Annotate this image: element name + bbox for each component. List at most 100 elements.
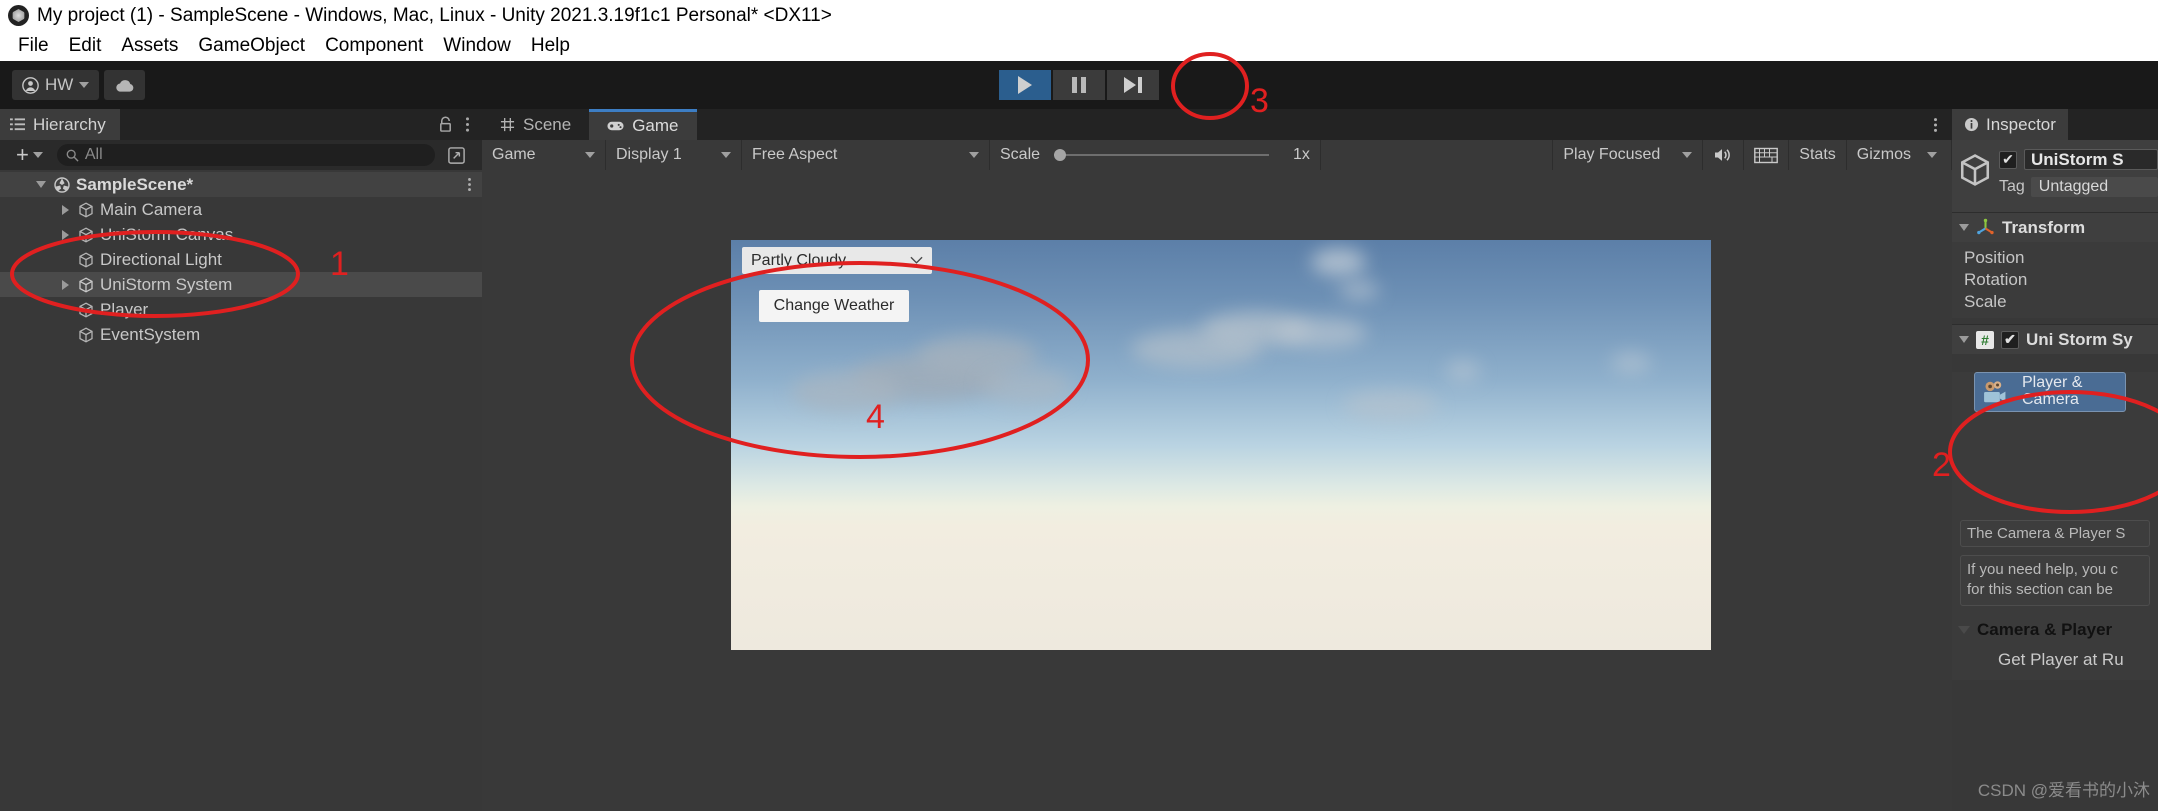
game-panel-menu-button[interactable] [1919, 109, 1952, 140]
hierarchy-search-input[interactable]: All [56, 144, 435, 166]
gameobject-icon [1960, 154, 1990, 186]
menu-component[interactable]: Component [315, 35, 433, 57]
add-gameobject-button[interactable]: + [6, 142, 51, 168]
annotation-number-2: 2 [1932, 446, 1951, 484]
expand-window-button[interactable] [441, 146, 476, 165]
player-camera-line2: Camera [2022, 391, 2079, 408]
object-name-field[interactable]: UniStorm S [2024, 149, 2158, 170]
cloud-shape [981, 368, 1071, 404]
play-button[interactable] [999, 70, 1051, 100]
gamepad-icon [607, 121, 624, 131]
scale-slider-knob[interactable] [1054, 149, 1067, 161]
unity-logo-icon [8, 5, 29, 26]
inspector-panel: Inspector ✔ UniStorm S Tag Untagged Tran… [1952, 109, 2158, 811]
gizmos-button[interactable]: Gizmos [1847, 140, 1952, 170]
component-enabled-checkbox[interactable]: ✔ [2001, 330, 2019, 349]
tag-label: Tag [1999, 178, 2025, 195]
hierarchy-row-eventsystem[interactable]: EventSystem [0, 322, 482, 347]
menu-bar: File Edit Assets GameObject Component Wi… [0, 31, 2158, 61]
twisty-collapsed[interactable] [58, 229, 72, 240]
tab-hierarchy-label: Hierarchy [33, 114, 106, 134]
expand-window-icon [448, 146, 465, 164]
get-player-at-runtime-row[interactable]: Get Player at Ru [1952, 650, 2158, 670]
hierarchy-row-player[interactable]: Player [0, 297, 482, 322]
title-bar: My project (1) - SampleScene - Windows, … [0, 0, 2158, 31]
tab-game[interactable]: Game [589, 109, 697, 140]
cloud-shape [1311, 248, 1366, 276]
lock-icon[interactable] [438, 116, 453, 133]
hierarchy-row-directional-light[interactable]: Directional Light [0, 247, 482, 272]
tab-game-label: Game [632, 116, 679, 135]
menu-window[interactable]: Window [433, 35, 521, 57]
info-icon [1964, 117, 1979, 132]
view-mode-dropdown[interactable]: Game [482, 140, 606, 170]
kebab-menu-icon[interactable] [467, 177, 472, 192]
twisty-expanded[interactable] [34, 181, 48, 188]
twisty-collapsed[interactable] [58, 204, 72, 215]
transform-scale-row[interactable]: Scale [1964, 291, 2158, 313]
help-text-primary: The Camera & Player S [1960, 520, 2150, 547]
game-view-area[interactable]: Partly Cloudy Change Weather [482, 170, 1952, 811]
hierarchy-row-main-camera[interactable]: Main Camera [0, 197, 482, 222]
chevron-down-icon[interactable] [1959, 224, 1969, 231]
tab-hierarchy[interactable]: Hierarchy [0, 109, 120, 140]
twisty-collapsed[interactable] [58, 279, 72, 290]
player-camera-tab-button[interactable]: Player & Camera [1974, 372, 2126, 412]
stats-button[interactable]: Stats [1789, 140, 1847, 170]
hierarchy-row-samplescene[interactable]: SampleScene* [0, 172, 482, 197]
account-button[interactable]: HW [12, 70, 100, 100]
scale-slider-group[interactable]: Scale 1x [990, 140, 1321, 170]
game-tab-row: Scene Game [482, 109, 1952, 140]
unistorm-component-header[interactable]: # ✔ Uni Storm Sy [1952, 324, 2158, 354]
change-weather-button[interactable]: Change Weather [759, 290, 909, 322]
hierarchy-row-unistorm-system[interactable]: UniStorm System [0, 272, 482, 297]
scale-slider[interactable] [1054, 149, 1270, 161]
game-view-toolbar: Game Display 1 Free Aspect Scale 1x Play [482, 140, 1952, 170]
tab-scene[interactable]: Scene [482, 109, 589, 140]
unistorm-component-title: Uni Storm Sy [2026, 329, 2133, 349]
unity-toolbar: HW [0, 61, 2158, 109]
menu-file[interactable]: File [8, 35, 59, 57]
chevron-down-icon [1682, 152, 1693, 158]
chevron-down-icon[interactable] [1959, 336, 1969, 343]
hierarchy-search-row: + All [0, 140, 482, 170]
kebab-menu-icon[interactable] [465, 116, 470, 133]
menu-gameobject[interactable]: GameObject [188, 35, 315, 57]
transform-position-row[interactable]: Position [1964, 247, 2158, 269]
stats-toggle-button[interactable] [1744, 140, 1790, 170]
game-render-surface[interactable]: Partly Cloudy Change Weather [731, 240, 1711, 650]
hierarchy-row-unistorm-canvas[interactable]: UniStorm Canvas [0, 222, 482, 247]
menu-assets[interactable]: Assets [111, 35, 188, 57]
gameobject-icon [79, 326, 93, 343]
object-enabled-checkbox[interactable]: ✔ [1999, 150, 2017, 169]
add-gameobject-label: + [16, 142, 29, 167]
menu-help[interactable]: Help [521, 35, 580, 57]
mute-audio-button[interactable] [1703, 140, 1745, 170]
hierarchy-label: Main Camera [100, 199, 203, 219]
chevron-down-icon [721, 152, 731, 158]
tag-dropdown[interactable]: Untagged [2030, 177, 2158, 197]
camera-player-section-header[interactable]: Camera & Player [1952, 620, 2158, 640]
cloud-button[interactable] [104, 70, 146, 100]
pause-button[interactable] [1053, 70, 1105, 100]
playback-controls [999, 70, 1159, 100]
tab-inspector[interactable]: Inspector [1952, 109, 2068, 140]
step-button[interactable] [1107, 70, 1159, 100]
hierarchy-search-text: All [84, 146, 103, 163]
tab-row-spacer [697, 109, 1920, 140]
chevron-down-icon [32, 152, 43, 158]
scene-grid-icon [500, 117, 515, 132]
display-label: Display 1 [616, 146, 682, 163]
transform-rotation-row[interactable]: Rotation [1964, 269, 2158, 291]
transform-component-header[interactable]: Transform [1952, 212, 2158, 242]
unity-editor-window: My project (1) - SampleScene - Windows, … [0, 0, 2158, 811]
display-dropdown[interactable]: Display 1 [606, 140, 742, 170]
unistorm-component-body: Player & Camera The Camera & Player S If… [1952, 372, 2158, 680]
aspect-dropdown[interactable]: Free Aspect [742, 140, 990, 170]
component-spacer [1952, 412, 2158, 512]
play-mode-dropdown[interactable]: Play Focused [1552, 140, 1704, 170]
hierarchy-label: UniStorm System [100, 274, 233, 294]
menu-edit[interactable]: Edit [59, 35, 112, 57]
change-weather-label: Change Weather [773, 297, 895, 314]
weather-dropdown[interactable]: Partly Cloudy [742, 247, 932, 274]
